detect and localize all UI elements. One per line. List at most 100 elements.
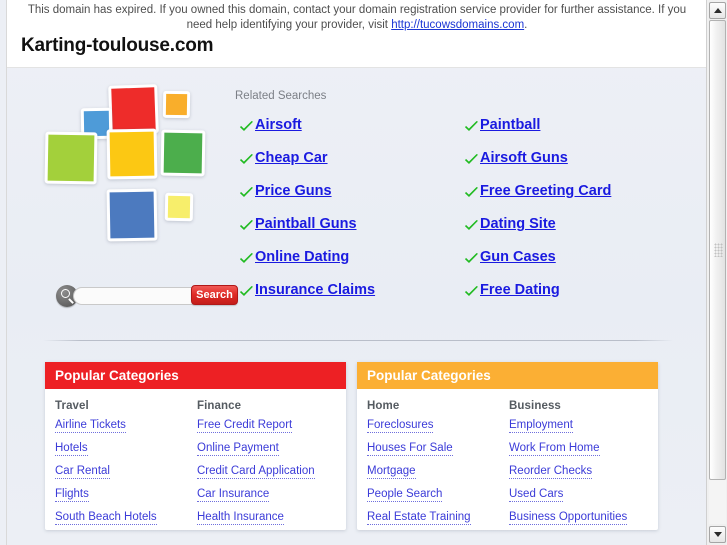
related-search-link[interactable]: Airsoft bbox=[255, 117, 302, 134]
main-content: Related Searches Airsoft Cheap Car Price G… bbox=[7, 69, 706, 545]
category-link[interactable]: Business Opportunities bbox=[509, 510, 628, 525]
related-search-link[interactable]: Airsoft Guns bbox=[480, 150, 568, 167]
check-icon bbox=[239, 253, 255, 267]
card-2-body: Home Foreclosures Houses For Sale Mortgage P… bbox=[357, 389, 658, 533]
check-icon bbox=[239, 187, 255, 201]
check-icon-svg bbox=[465, 187, 478, 197]
scroll-down-arrow-icon bbox=[713, 532, 722, 537]
category-column: Finance Free Credit Report Online Payment C… bbox=[197, 400, 339, 533]
category-column-title: Business bbox=[509, 400, 561, 412]
related-search-row[interactable]: Airsoft Guns bbox=[464, 150, 704, 183]
related-search-link[interactable]: Price Guns bbox=[255, 183, 332, 200]
check-icon-svg bbox=[240, 187, 253, 197]
page-title: Karting-toulouse.com bbox=[21, 35, 214, 56]
check-icon bbox=[239, 154, 255, 168]
scroll-up-button[interactable] bbox=[709, 2, 726, 19]
category-link[interactable]: Airline Tickets bbox=[55, 418, 126, 433]
popular-categories-card-1: Popular Categories Travel Airline Tickets… bbox=[45, 362, 346, 530]
check-icon-svg bbox=[465, 253, 478, 263]
category-link[interactable]: Employment bbox=[509, 418, 573, 433]
category-link[interactable]: Car Rental bbox=[55, 464, 110, 479]
check-icon-svg bbox=[465, 154, 478, 164]
category-link[interactable]: Free Credit Report bbox=[197, 418, 293, 433]
category-link[interactable]: Credit Card Application bbox=[197, 464, 315, 479]
related-search-row[interactable]: Airsoft bbox=[239, 117, 469, 150]
search-button[interactable]: Search bbox=[191, 285, 238, 305]
category-column-title: Finance bbox=[197, 400, 242, 412]
category-link[interactable]: Online Payment bbox=[197, 441, 279, 456]
category-link[interactable]: Used Cars bbox=[509, 487, 564, 502]
scroll-up-arrow-icon bbox=[713, 8, 722, 13]
magnifier-glass bbox=[61, 289, 70, 298]
card-2-title: Popular Categories bbox=[357, 362, 658, 389]
category-link[interactable]: Health Insurance bbox=[197, 510, 284, 525]
related-search-row[interactable]: Free Dating bbox=[464, 282, 704, 315]
related-search-link[interactable]: Dating Site bbox=[480, 216, 556, 233]
scroll-down-button[interactable] bbox=[709, 526, 726, 543]
logo-tile bbox=[108, 84, 159, 135]
related-search-row[interactable]: Gun Cases bbox=[464, 249, 704, 282]
category-link[interactable]: Mortgage bbox=[367, 464, 416, 479]
category-link[interactable]: Foreclosures bbox=[367, 418, 434, 433]
scrollbar-thumb[interactable] bbox=[709, 20, 726, 480]
logo-tile bbox=[160, 129, 206, 177]
browser-window: This domain has expired. If you owned th… bbox=[0, 0, 727, 545]
related-search-row[interactable]: Insurance Claims bbox=[239, 282, 469, 315]
category-link[interactable]: Work From Home bbox=[509, 441, 600, 456]
category-column: Travel Airline Tickets Hotels Car Rental Fli… bbox=[55, 400, 197, 533]
scrollbar-grip-icon bbox=[714, 243, 723, 257]
category-column-title: Travel bbox=[55, 400, 89, 412]
category-link[interactable]: Flights bbox=[55, 487, 89, 502]
related-search-link[interactable]: Free Greeting Card bbox=[480, 183, 611, 200]
expired-message-text: This domain has expired. If you owned th… bbox=[27, 4, 687, 31]
logo-tile bbox=[106, 188, 158, 242]
category-link[interactable]: People Search bbox=[367, 487, 443, 502]
check-icon-svg bbox=[465, 286, 478, 296]
related-search-link[interactable]: Paintball Guns bbox=[255, 216, 357, 233]
card-1-body: Travel Airline Tickets Hotels Car Rental Fli… bbox=[45, 389, 346, 533]
category-link[interactable]: Reorder Checks bbox=[509, 464, 593, 479]
related-search-link[interactable]: Gun Cases bbox=[480, 249, 556, 266]
check-icon bbox=[239, 286, 255, 300]
category-link[interactable]: Car Insurance bbox=[197, 487, 270, 502]
logo-tile bbox=[44, 131, 98, 185]
check-icon-svg bbox=[240, 253, 253, 263]
check-icon-svg bbox=[465, 220, 478, 230]
check-icon bbox=[464, 253, 480, 267]
related-search-row[interactable]: Paintball bbox=[464, 117, 704, 150]
card-1-title: Popular Categories bbox=[45, 362, 346, 389]
logo-tile bbox=[162, 90, 191, 119]
check-icon bbox=[464, 220, 480, 234]
related-search-link[interactable]: Insurance Claims bbox=[255, 282, 375, 299]
check-icon-svg bbox=[465, 121, 478, 131]
logo-tile bbox=[106, 128, 158, 180]
popular-categories-card-2: Popular Categories Home Foreclosures House… bbox=[357, 362, 658, 530]
related-search-link[interactable]: Online Dating bbox=[255, 249, 349, 266]
related-search-row[interactable]: Online Dating bbox=[239, 249, 469, 282]
tucows-domains-link[interactable]: http://tucowsdomains.com bbox=[391, 19, 524, 31]
expired-message-period: . bbox=[524, 19, 528, 31]
related-search-row[interactable]: Dating Site bbox=[464, 216, 704, 249]
related-search-row[interactable]: Paintball Guns bbox=[239, 216, 469, 249]
page-viewport: This domain has expired. If you owned th… bbox=[0, 0, 706, 545]
check-icon bbox=[239, 220, 255, 234]
check-icon bbox=[239, 121, 255, 135]
category-link[interactable]: Hotels bbox=[55, 441, 88, 456]
category-link[interactable]: Real Estate Training bbox=[367, 510, 471, 525]
check-icon bbox=[464, 154, 480, 168]
domain-expired-banner: This domain has expired. If you owned th… bbox=[7, 0, 706, 68]
related-searches-column-right: Paintball Airsoft Guns Free Greeting Card D… bbox=[464, 117, 704, 315]
colored-tiles-logo bbox=[44, 84, 225, 270]
related-search-link[interactable]: Cheap Car bbox=[255, 150, 328, 167]
related-search-row[interactable]: Cheap Car bbox=[239, 150, 469, 183]
check-icon-svg bbox=[240, 121, 253, 131]
related-search-link[interactable]: Paintball bbox=[480, 117, 540, 134]
vertical-scrollbar[interactable] bbox=[706, 0, 727, 545]
related-search-link[interactable]: Free Dating bbox=[480, 282, 560, 299]
check-icon bbox=[464, 187, 480, 201]
related-searches-column-left: Airsoft Cheap Car Price Guns Paintball Guns… bbox=[239, 117, 469, 315]
category-link[interactable]: South Beach Hotels bbox=[55, 510, 157, 525]
related-search-row[interactable]: Free Greeting Card bbox=[464, 183, 704, 216]
category-link[interactable]: Houses For Sale bbox=[367, 441, 453, 456]
related-search-row[interactable]: Price Guns bbox=[239, 183, 469, 216]
